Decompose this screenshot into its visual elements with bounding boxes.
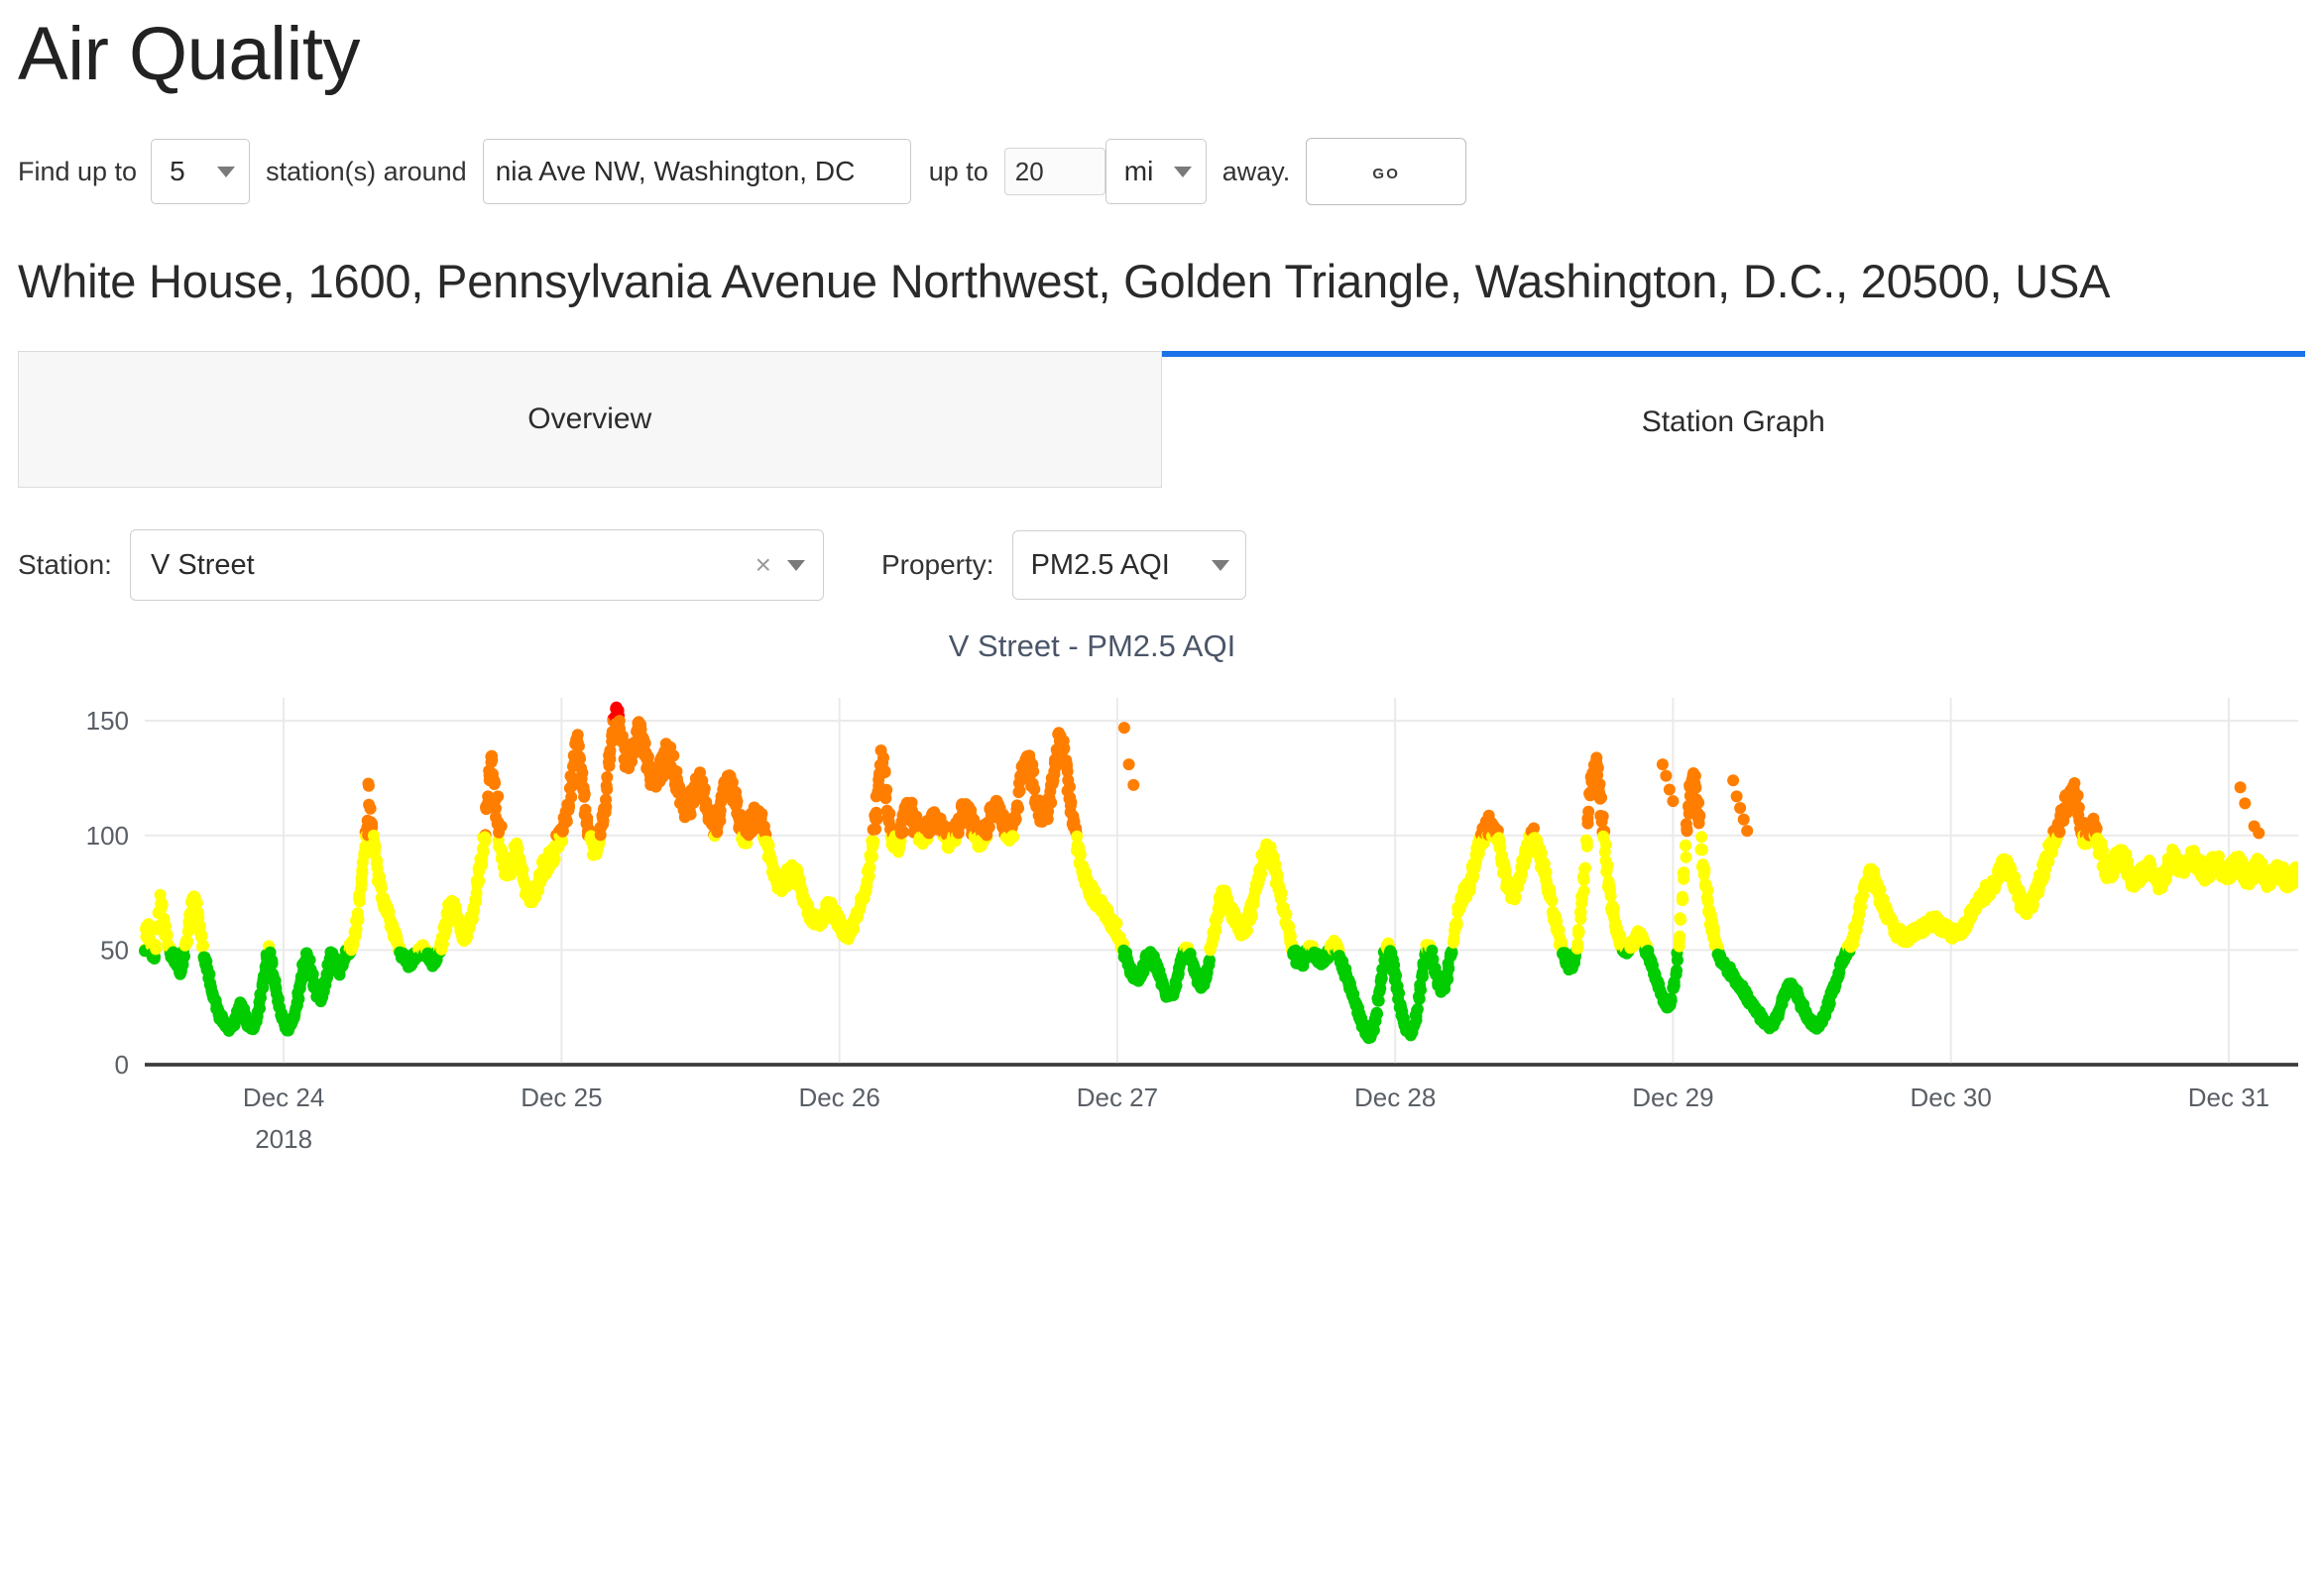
chevron-down-icon bbox=[217, 166, 236, 177]
tab-overview[interactable]: Overview bbox=[18, 351, 1162, 489]
page-container: Air Quality Find up to 5 station(s) arou… bbox=[0, 12, 2323, 1156]
property-field-label: Property: bbox=[880, 549, 994, 581]
search-form: Find up to 5 station(s) around up to mi … bbox=[18, 138, 2305, 206]
svg-text:Dec 25: Dec 25 bbox=[521, 1083, 602, 1112]
tab-station-graph-label: Station Graph bbox=[1641, 405, 1825, 439]
distance-unit-value: mi bbox=[1123, 156, 1154, 187]
svg-text:2018: 2018 bbox=[255, 1124, 312, 1154]
station-select-value: V Street bbox=[150, 548, 255, 581]
svg-text:0: 0 bbox=[115, 1050, 129, 1080]
distance-unit-select[interactable]: mi bbox=[1104, 139, 1207, 205]
property-select-value: PM2.5 AQI bbox=[1030, 548, 1170, 581]
chart-container: V Street - PM2.5 AQI 0 50 100 150 Dec 24 2018… bbox=[18, 628, 2305, 1156]
station-count-select[interactable]: 5 bbox=[151, 139, 251, 205]
svg-text:Dec 28: Dec 28 bbox=[1354, 1083, 1436, 1112]
tab-station-graph[interactable]: Station Graph bbox=[1161, 351, 2305, 489]
find-up-to-label: Find up to bbox=[18, 156, 138, 186]
svg-text:Dec 24: Dec 24 bbox=[243, 1083, 324, 1112]
svg-text:Dec 26: Dec 26 bbox=[798, 1083, 879, 1112]
distance-input[interactable] bbox=[1003, 148, 1105, 196]
address-input[interactable] bbox=[482, 139, 911, 205]
away-label: away. bbox=[1221, 156, 1291, 186]
chart-controls: Station: V Street × Property: PM2.5 AQI bbox=[18, 529, 2305, 602]
svg-text:Dec 27: Dec 27 bbox=[1077, 1083, 1158, 1112]
property-select[interactable]: PM2.5 AQI bbox=[1011, 530, 1246, 601]
station-address-heading: White House, 1600, Pennsylvania Avenue N… bbox=[18, 255, 2111, 308]
svg-text:50: 50 bbox=[100, 936, 129, 966]
stations-around-label: station(s) around bbox=[266, 156, 467, 186]
page-title: Air Quality bbox=[18, 12, 361, 96]
svg-text:Dec 29: Dec 29 bbox=[1632, 1083, 1713, 1112]
station-field-label: Station: bbox=[18, 549, 112, 581]
chevron-down-icon bbox=[1211, 559, 1229, 571]
chevron-down-icon bbox=[1173, 166, 1192, 177]
tab-bar: Overview Station Graph bbox=[18, 351, 2305, 489]
close-icon[interactable]: × bbox=[755, 551, 771, 579]
tab-overview-label: Overview bbox=[527, 402, 652, 436]
station-select[interactable]: V Street × bbox=[129, 529, 824, 602]
svg-text:100: 100 bbox=[86, 821, 129, 851]
chart-title: V Street - PM2.5 AQI bbox=[948, 628, 1236, 664]
svg-text:Dec 31: Dec 31 bbox=[2188, 1083, 2269, 1112]
up-to-label: up to bbox=[928, 156, 988, 186]
go-button[interactable]: GO bbox=[1306, 138, 1467, 206]
chevron-down-icon bbox=[786, 559, 805, 571]
svg-text:Dec 30: Dec 30 bbox=[1910, 1083, 1991, 1112]
scatter-points bbox=[139, 702, 2298, 1045]
svg-text:150: 150 bbox=[86, 707, 129, 737]
pm25-aqi-scatter-chart[interactable]: 0 50 100 150 Dec 24 2018 Dec 25 Dec 26 Dec 27 Dec… bbox=[18, 690, 2298, 1156]
station-count-value: 5 bbox=[170, 156, 185, 187]
